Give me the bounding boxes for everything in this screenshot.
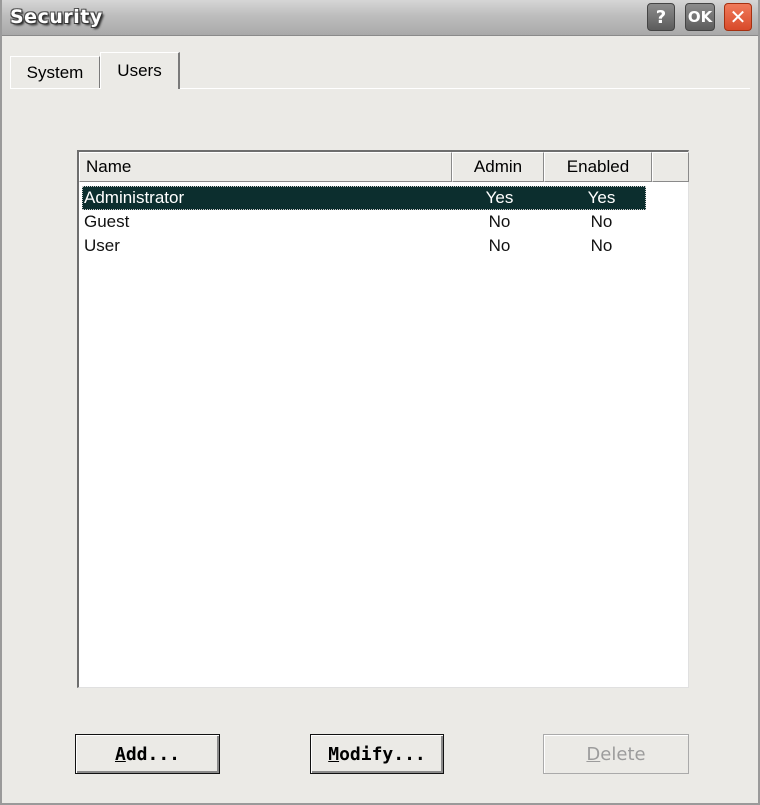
delete-mnemonic: D [586,743,601,765]
close-icon: ✕ [729,5,747,29]
window-title: Security [10,6,103,28]
cell-enabled: No [590,212,613,231]
add-mnemonic: A [114,743,126,765]
modify-mnemonic: M [328,743,340,765]
cell-name: Guest [84,212,130,231]
close-button[interactable]: ✕ [724,3,752,31]
column-header-filler [652,152,689,182]
add-label: dd... [125,743,181,765]
cell-admin: Yes [485,188,514,207]
cell-name: Administrator [84,188,185,207]
modify-label: odify... [339,743,426,765]
cell-enabled: No [590,236,613,255]
delete-button[interactable]: Delete [543,734,689,774]
column-header-enabled[interactable]: Enabled [544,152,652,182]
tab-users[interactable]: Users [100,52,180,89]
ok-button[interactable]: OK [685,3,715,31]
list-item[interactable]: Administrator Yes Yes [82,186,646,210]
list-rows: Administrator Yes Yes Guest No No User N… [82,186,686,258]
delete-label: elete [600,743,646,765]
column-header-admin[interactable]: Admin [452,152,544,182]
users-list[interactable]: Name Admin Enabled Administrator Yes Yes… [77,150,689,688]
list-item[interactable]: User No No [82,234,686,258]
help-button[interactable]: ? [647,3,675,31]
add-button[interactable]: Add... [75,734,220,774]
cell-name: User [84,236,120,255]
cell-admin: No [488,212,511,231]
cell-admin: No [488,236,511,255]
modify-button[interactable]: Modify... [310,734,444,774]
title-bar[interactable]: Security ? OK ✕ [2,0,758,36]
security-dialog: Security ? OK ✕ System Users Name Admin … [0,0,760,805]
cell-enabled: Yes [587,188,616,207]
list-header: Name Admin Enabled [79,152,689,182]
column-header-name[interactable]: Name [79,152,452,182]
tab-system[interactable]: System [10,56,100,88]
list-item[interactable]: Guest No No [82,210,686,234]
